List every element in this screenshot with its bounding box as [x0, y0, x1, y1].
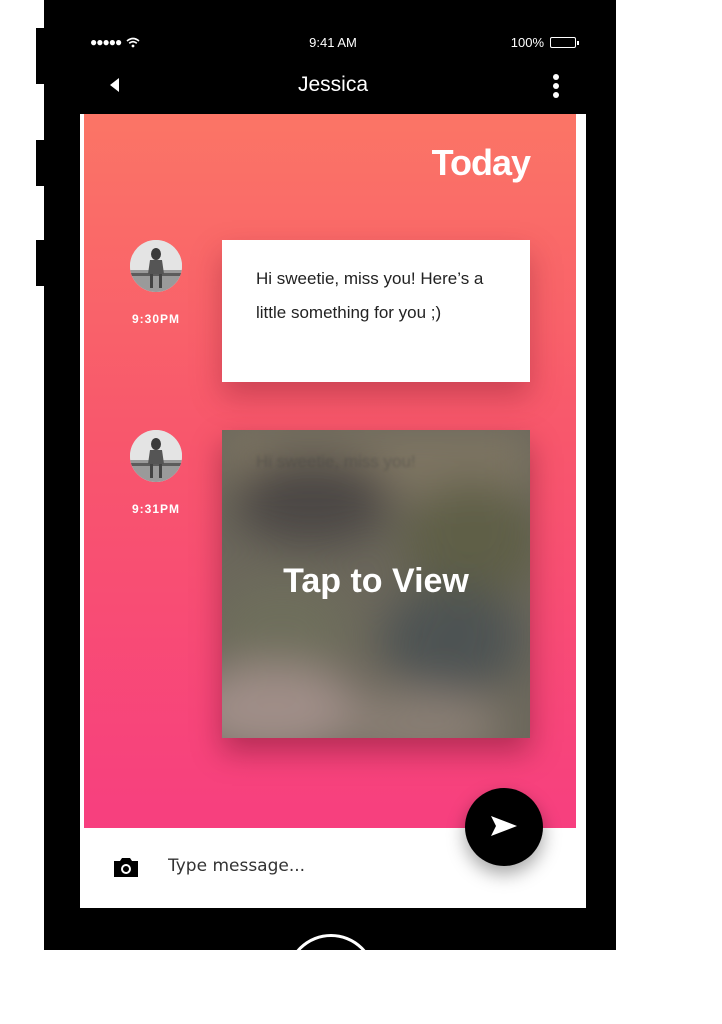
message-input[interactable]	[168, 852, 448, 880]
phone-screen: ●●●●● 9:41 AM 100% Jessica Today 9:30PM …	[80, 28, 586, 908]
message-bubble[interactable]: Hi sweetie, miss you! Here’s a little so…	[222, 240, 530, 382]
status-right: 100%	[510, 35, 579, 50]
chat-thread[interactable]: Today 9:30PM Hi sweetie, miss you! Here’…	[84, 114, 576, 828]
date-header: Today	[431, 142, 531, 183]
volume-down-button	[36, 240, 46, 286]
mute-switch	[36, 28, 46, 84]
avatar[interactable]	[130, 430, 182, 482]
camera-icon[interactable]	[112, 856, 140, 878]
hidden-preview-text: Hi sweetie, miss you!	[256, 452, 416, 471]
more-vertical-icon[interactable]	[552, 74, 560, 98]
hidden-media-message[interactable]: Hi sweetie, miss you! Tap to View	[222, 430, 530, 738]
battery-icon	[550, 37, 579, 48]
send-button[interactable]	[465, 788, 543, 866]
send-icon	[491, 816, 517, 836]
battery-percent: 100%	[510, 35, 544, 50]
status-bar: ●●●●● 9:41 AM 100%	[80, 28, 586, 58]
volume-up-button	[36, 140, 46, 186]
navigation-bar: Jessica	[80, 58, 586, 114]
tap-to-view-label[interactable]: Tap to View	[222, 562, 530, 601]
home-button[interactable]	[286, 934, 376, 1024]
message-timestamp: 9:31PM	[131, 502, 181, 516]
avatar[interactable]	[130, 240, 182, 292]
conversation-title: Jessica	[297, 73, 369, 96]
message-timestamp: 9:30PM	[131, 312, 181, 326]
